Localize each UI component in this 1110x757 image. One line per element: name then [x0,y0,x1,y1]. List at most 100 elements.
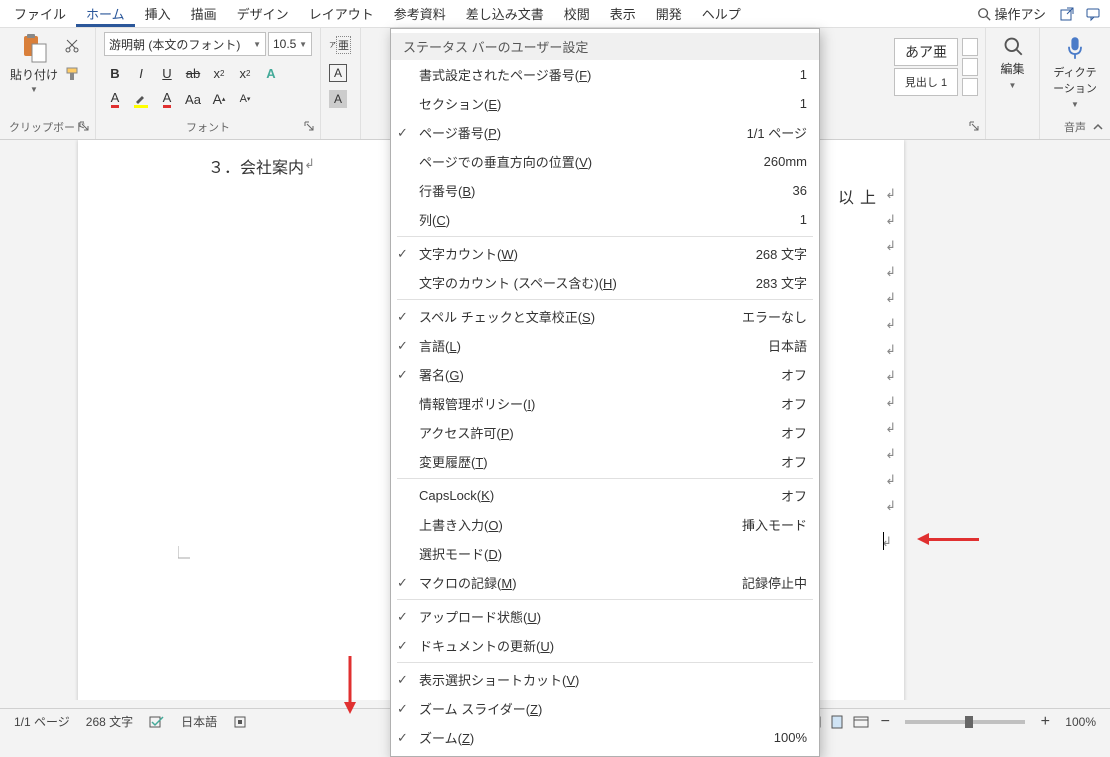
context-item-value: 36 [793,183,807,198]
context-item[interactable]: アクセス許可(P)オフ [391,418,819,447]
subscript-button[interactable]: x2 [208,62,230,84]
share-button[interactable] [1054,2,1080,26]
styles-more[interactable] [962,78,978,96]
context-item[interactable]: 変更履歴(T)オフ [391,447,819,476]
menu-校閲[interactable]: 校閲 [554,0,600,27]
context-item-value: 268 文字 [756,244,807,263]
check-icon: ✓ [397,246,408,262]
underline-button[interactable]: U [156,62,178,84]
context-item-label: 行番号(B) [419,181,793,200]
clipboard-launcher[interactable] [79,121,91,133]
context-item[interactable]: ✓ページ番号(P)1/1 ページ [391,118,819,147]
font-name-combo[interactable]: 游明朝 (本文のフォント)▼ [104,32,266,56]
context-item-value: オフ [781,452,807,471]
status-page[interactable]: 1/1 ページ [6,713,78,730]
context-item-label: ズーム スライダー(Z) [419,699,807,718]
style-heading1[interactable]: 見出し 1 [894,68,958,96]
status-language[interactable]: 日本語 [173,713,225,730]
context-item-value: 1 [800,96,807,111]
context-item[interactable]: 行番号(B)36 [391,176,819,205]
comments-button[interactable] [1080,2,1106,26]
context-item[interactable]: ✓表示選択ショートカット(V) [391,665,819,694]
status-proofing-icon[interactable] [141,715,173,729]
menu-参考資料[interactable]: 参考資料 [384,0,456,27]
menu-挿入[interactable]: 挿入 [135,0,181,27]
status-word-count[interactable]: 268 文字 [78,713,141,730]
paragraph-mark-icon: ↲ [885,368,896,384]
context-item[interactable]: 情報管理ポリシー(I)オフ [391,389,819,418]
view-print-layout[interactable] [825,712,849,732]
menu-開発[interactable]: 開発 [646,0,692,27]
view-web-layout[interactable] [849,712,873,732]
menu-差し込み文書[interactable]: 差し込み文書 [456,0,554,27]
font-color-button[interactable]: A [104,88,126,110]
context-item[interactable]: ✓署名(G)オフ [391,360,819,389]
paragraph-mark-icon: ↲ [885,472,896,488]
context-item[interactable]: ✓マクロの記録(M)記録停止中 [391,568,819,597]
context-item-label: アップロード状態(U) [419,607,807,626]
paragraph-mark-icon: ↲ [885,394,896,410]
context-item-label: 列(C) [419,210,800,229]
context-item-label: マクロの記録(M) [419,573,742,592]
paragraph-mark-icon: ↲ [885,420,896,436]
styles-down[interactable] [962,58,978,76]
italic-button[interactable]: I [130,62,152,84]
menu-表示[interactable]: 表示 [600,0,646,27]
context-item[interactable]: 書式設定されたページ番号(F)1 [391,60,819,89]
strikethrough-button[interactable]: ab [182,62,204,84]
context-item[interactable]: ✓ドキュメントの更新(U) [391,631,819,660]
context-item[interactable]: セクション(E)1 [391,89,819,118]
context-item[interactable]: ✓アップロード状態(U) [391,602,819,631]
context-item-value: エラーなし [742,307,807,326]
context-item[interactable]: ✓ズーム(Z)100% [391,723,819,752]
character-border-button[interactable]: A [329,64,347,82]
zoom-in-button[interactable]: + [1033,712,1057,732]
context-item-value: 283 文字 [756,273,807,292]
shading-button[interactable]: A [329,90,347,108]
font-launcher[interactable] [304,121,316,133]
context-item[interactable]: ✓文字カウント(W)268 文字 [391,239,819,268]
menu-デザイン[interactable]: デザイン [227,0,299,27]
text-effects-button[interactable]: A [260,62,282,84]
styles-group: あア亜 見出し 1 [886,28,986,139]
bold-button[interactable]: B [104,62,126,84]
font-group: 游明朝 (本文のフォント)▼ 10.5▼ B I U ab x2 x2 A A … [96,28,321,139]
paste-button[interactable]: 貼り付け ▼ [8,32,60,94]
menu-描画[interactable]: 描画 [181,0,227,27]
context-item[interactable]: 選択モード(D) [391,539,819,568]
change-case-button[interactable]: Aa [182,88,204,110]
styles-launcher[interactable] [969,121,981,133]
cut-button[interactable] [64,38,80,54]
highlight-button[interactable] [130,88,152,110]
font-size-combo[interactable]: 10.5▼ [268,32,312,56]
context-item[interactable]: ページでの垂直方向の位置(V)260mm [391,147,819,176]
menu-ホーム[interactable]: ホーム [76,0,135,27]
editing-group[interactable]: 編集 ▼ [986,28,1040,139]
check-icon: ✓ [397,338,408,354]
grow-font-button[interactable]: A▴ [208,88,230,110]
context-item[interactable]: 列(C)1 [391,205,819,234]
context-item[interactable]: ✓スペル チェックと文章校正(S)エラーなし [391,302,819,331]
status-macro-icon[interactable] [225,715,255,729]
context-item[interactable]: CapsLock(K)オフ [391,481,819,510]
context-item[interactable]: ✓ズーム スライダー(Z) [391,694,819,723]
context-item[interactable]: 文字のカウント (スペース含む)(H)283 文字 [391,268,819,297]
shrink-font-button[interactable]: A▾ [234,88,256,110]
context-item[interactable]: ✓言語(L)日本語 [391,331,819,360]
menu-レイアウト[interactable]: レイアウト [299,0,384,27]
status-zoom[interactable]: 100% [1057,715,1104,729]
zoom-slider[interactable] [905,720,1025,724]
style-normal[interactable]: あア亜 [894,38,958,66]
collapse-ribbon-button[interactable] [1092,121,1104,133]
font-fill-button[interactable]: A [156,88,178,110]
context-item[interactable]: 上書き入力(O)挿入モード [391,510,819,539]
tell-me-search[interactable]: 操作アシ [969,4,1054,23]
phonetic-guide-button[interactable]: ア 亜 [329,34,351,56]
zoom-out-button[interactable]: − [873,712,897,732]
menu-ヘルプ[interactable]: ヘルプ [692,0,751,27]
superscript-button[interactable]: x2 [234,62,256,84]
styles-up[interactable] [962,38,978,56]
menu-ファイル[interactable]: ファイル [4,0,76,27]
context-item-label: ドキュメントの更新(U) [419,636,807,655]
format-painter-button[interactable] [64,66,80,82]
